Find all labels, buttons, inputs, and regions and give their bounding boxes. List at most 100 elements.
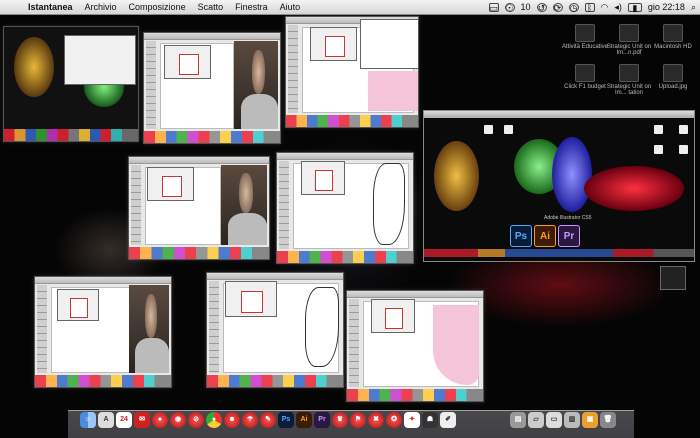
window-8-dialog — [371, 299, 415, 333]
desktop-icon-strategic-pdf[interactable]: Strategic Unit on Im...n.pdf — [604, 24, 654, 56]
wifi-icon[interactable]: ◠ — [601, 2, 609, 13]
window-6-dock-strip — [35, 375, 171, 387]
window-6-dialog — [57, 289, 99, 321]
dock-app-icon-9[interactable]: ☻ — [224, 412, 240, 428]
large-window-image-blue — [552, 137, 592, 212]
dock-app-icon-6[interactable]: ◉ — [170, 412, 186, 428]
dock-app-icon-18[interactable]: ✪ — [386, 412, 402, 428]
expose-window-4[interactable] — [128, 156, 270, 260]
window-7-titlebar — [207, 273, 343, 280]
premiere-icon[interactable]: Pr — [558, 225, 580, 247]
window-4-dialog — [147, 167, 194, 201]
window-5-sketch — [373, 163, 405, 245]
status-number[interactable]: 10 — [521, 2, 531, 12]
large-window-image-hand-left — [434, 141, 479, 211]
clock-icon[interactable]: ◷ — [568, 2, 579, 12]
dock-documents-stack-icon[interactable]: ▭ — [546, 412, 562, 428]
desktop-icon-strategic-tation[interactable]: Strategic Unit on Im... tation — [604, 64, 654, 96]
desktop-icon-upload-jpg[interactable]: Upload.jpg — [648, 64, 698, 90]
dock-trash-icon[interactable]: 🗑 — [600, 412, 616, 428]
dock-app-icon-10[interactable]: ☂ — [242, 412, 258, 428]
menu-aiuto[interactable]: Aiuto — [274, 2, 307, 12]
battery-icon[interactable]: ▮ — [627, 2, 642, 12]
expose-window-6[interactable] — [34, 276, 172, 388]
bluetooth-icon[interactable]: ᛒ — [584, 2, 595, 12]
dock-app-icon-19[interactable]: ✦ — [404, 412, 420, 428]
dock-app-stack-icon[interactable]: ▣ — [582, 412, 598, 428]
window-2-dock-strip — [144, 131, 280, 143]
window-3-dialog — [310, 27, 357, 61]
window-7-dock-strip — [207, 375, 343, 387]
window-2-dialog — [164, 45, 211, 79]
menu-scatto[interactable]: Scatto — [192, 2, 230, 12]
window-3-toolbox — [288, 25, 298, 113]
window-4-photo — [221, 165, 267, 245]
expose-window-2[interactable] — [143, 32, 281, 144]
window-3-dock-strip — [286, 115, 418, 127]
menu-finestra[interactable]: Finestra — [229, 2, 274, 12]
expose-window-3[interactable] — [285, 16, 419, 128]
dock-right-items: ▤ ▱ ▭ ▥ ▣ 🗑 — [510, 412, 616, 428]
dock-photoshop-icon[interactable]: Ps — [278, 412, 294, 428]
dock-app-store-icon[interactable]: A — [98, 412, 114, 428]
dock-premiere-icon[interactable]: Pr — [314, 412, 330, 428]
expose-window-1[interactable] — [3, 26, 139, 142]
window-8-titlebar — [347, 291, 483, 298]
window-1-image-hand — [14, 37, 54, 97]
menu-archivio[interactable]: Archivio — [79, 2, 123, 12]
dock-chrome-icon[interactable]: ● — [206, 412, 222, 428]
desktop-icon-image-thumb[interactable] — [660, 266, 686, 290]
display-icon[interactable]: ▭ — [488, 2, 499, 12]
expose-window-5[interactable] — [276, 152, 414, 264]
dock-items: ☺ A 24 ✉ ● ◉ ⊘ ● ☻ ☂ ✎ Ps Ai Pr ♛ ⚑ ✖ ✪ … — [80, 412, 456, 428]
large-window-image-red — [584, 166, 684, 211]
window-4-titlebar — [129, 157, 269, 164]
desktop-icon-attivita[interactable]: Attività Educative — [560, 24, 610, 50]
time-machine-icon[interactable]: ↺ — [536, 2, 547, 12]
dock-applications-stack-icon[interactable]: ▤ — [510, 412, 526, 428]
window-7-dialog — [225, 281, 277, 317]
window-5-dock-strip — [277, 251, 413, 263]
dock-downloads-stack-icon[interactable]: ▥ — [564, 412, 580, 428]
sync-icon[interactable]: ⟳ — [552, 2, 563, 12]
large-window-file-2 — [504, 125, 513, 134]
dock-finder-icon[interactable]: ☺ — [80, 412, 96, 428]
large-window-file-5 — [654, 145, 663, 154]
dock-app-icon-16[interactable]: ⚑ — [350, 412, 366, 428]
large-window-caption: Adobe Illustrator CS5 — [544, 215, 592, 221]
dock-app-icon-11[interactable]: ✎ — [260, 412, 276, 428]
dock-app-icon-20[interactable]: ☗ — [422, 412, 438, 428]
desktop: Istantanea Archivio Composizione Scatto … — [0, 0, 700, 438]
dock-app-icon-15[interactable]: ♛ — [332, 412, 348, 428]
illustrator-icon[interactable]: Ai — [534, 225, 556, 247]
status-area: ▭ ☉ 10 ↺ ⟳ ◷ ᛒ ◠ ◂) ▮ gio 22:18 ⌕ — [488, 2, 700, 13]
photoshop-icon[interactable]: Ps — [510, 225, 532, 247]
dock-app-icon-4[interactable]: ✉ — [134, 412, 150, 428]
large-window-dock-strip — [424, 249, 694, 257]
desktop-icon-macintosh-hd[interactable]: Macintosh HD — [648, 24, 698, 50]
menu-composizione[interactable]: Composizione — [123, 2, 192, 12]
menubar-clock[interactable]: gio 22:18 — [648, 2, 685, 12]
expose-window-large[interactable]: Adobe Illustrator CS5 Ps Ai Pr — [423, 110, 695, 262]
dock-folder-stack-icon[interactable]: ▱ — [528, 412, 544, 428]
window-8-toolbox — [349, 299, 359, 387]
window-8-dock-strip — [347, 389, 483, 401]
dock-app-icon-21[interactable]: ✐ — [440, 412, 456, 428]
dock-app-icon-7[interactable]: ⊘ — [188, 412, 204, 428]
large-window-titlebar — [424, 111, 694, 118]
dock-calendar-icon[interactable]: 24 — [116, 412, 132, 428]
dock-app-icon-5[interactable]: ● — [152, 412, 168, 428]
dock-illustrator-icon[interactable]: Ai — [296, 412, 312, 428]
dock-app-icon-17[interactable]: ✖ — [368, 412, 384, 428]
expose-window-8[interactable] — [346, 290, 484, 402]
volume-icon[interactable]: ◂) — [614, 2, 622, 13]
spotlight-icon[interactable]: ⌕ — [691, 2, 696, 13]
menu-app-name[interactable]: Istantanea — [22, 2, 79, 12]
window-4-dock-strip — [129, 247, 269, 259]
window-5-toolbox — [279, 161, 289, 249]
menu-bar: Istantanea Archivio Composizione Scatto … — [0, 0, 700, 15]
window-3-menu-popup — [360, 19, 418, 69]
accessibility-icon[interactable]: ☉ — [504, 2, 515, 12]
expose-window-7[interactable] — [206, 272, 344, 388]
desktop-icon-click-budget[interactable]: Click F1 budget — [560, 64, 610, 90]
